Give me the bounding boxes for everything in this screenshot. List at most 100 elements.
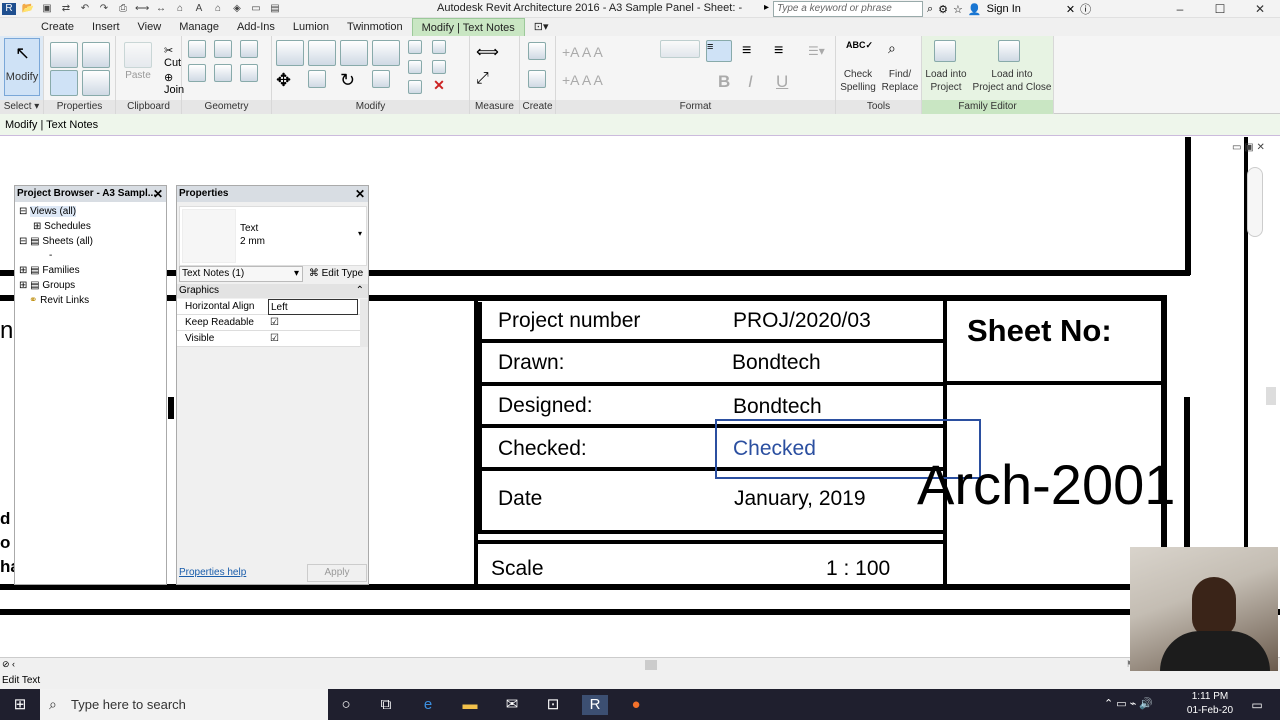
project-number-value[interactable]: PROJ/2020/03 xyxy=(733,309,871,333)
align-icon[interactable] xyxy=(276,40,304,66)
tag-icon[interactable]: ⌂ xyxy=(173,3,187,15)
move-icon[interactable]: ✥ xyxy=(276,70,294,90)
tab-modify-text-notes[interactable]: Modify | Text Notes xyxy=(411,17,525,37)
edge-icon[interactable]: e xyxy=(418,695,438,715)
tree-item-groups[interactable]: ⊞ ▤ Groups xyxy=(19,280,75,291)
properties-help-link[interactable]: Properties help xyxy=(179,567,246,578)
check-spelling-button[interactable]: Check Spelling xyxy=(836,68,880,94)
taskbar-search[interactable]: ⌕ Type here to search xyxy=(40,689,328,720)
revit-logo-icon[interactable]: R xyxy=(2,3,16,15)
keep-readable-checkbox[interactable]: ☑ xyxy=(270,315,279,331)
user-icon[interactable]: 👤 xyxy=(968,3,982,16)
leader-position-icon[interactable] xyxy=(660,40,700,58)
save-icon[interactable]: ▣ xyxy=(40,3,54,15)
tab-lumion[interactable]: Lumion xyxy=(284,18,338,36)
help-search-input[interactable]: Type a keyword or phrase xyxy=(773,1,923,17)
exchange-icon[interactable]: ✕ xyxy=(1066,3,1075,16)
modify-button[interactable]: ↖ Modify xyxy=(4,38,40,96)
tab-create[interactable]: Create xyxy=(32,18,83,36)
cortana-icon[interactable]: ○ xyxy=(336,695,356,715)
element-properties-icon[interactable] xyxy=(50,70,78,96)
notifications-icon[interactable]: ▭ xyxy=(1247,695,1267,715)
select-panel-label[interactable]: Select ▾ xyxy=(0,100,43,114)
close-icon[interactable]: ✕ xyxy=(153,186,163,202)
edit-type-button[interactable]: ⌘ Edit Type xyxy=(305,266,367,282)
clock[interactable]: 1:11 PM 01-Feb-20 xyxy=(1180,690,1240,718)
graphics-section[interactable]: Graphics ⌃ xyxy=(177,284,368,298)
measure-icon[interactable]: ⟷ xyxy=(135,3,149,15)
find-replace-button[interactable]: Find/Replace xyxy=(878,68,922,94)
instance-filter-select[interactable]: Text Notes (1) ▾ xyxy=(179,266,303,282)
copy-icon[interactable] xyxy=(308,70,326,88)
properties-icon[interactable] xyxy=(82,42,110,68)
close-hidden-icon[interactable]: ▭ xyxy=(249,3,263,15)
horizontal-align-input[interactable]: Left xyxy=(268,299,358,315)
load-into-project-button[interactable]: Load into Project xyxy=(922,68,970,94)
tab-add-ins[interactable]: Add-Ins xyxy=(228,18,284,36)
tab-manage[interactable]: Manage xyxy=(170,18,228,36)
dimension-icon[interactable]: ↔ xyxy=(154,3,168,15)
apply-button[interactable]: Apply xyxy=(307,564,367,582)
tree-item-views[interactable]: ⊟ Views (all) xyxy=(19,206,77,217)
checked-value-editing[interactable]: Checked xyxy=(733,437,816,461)
type-properties-icon[interactable] xyxy=(50,42,78,68)
print-icon[interactable]: ⎙ xyxy=(116,3,130,15)
scale-value[interactable]: 1 : 100 xyxy=(826,557,890,581)
properties-scrollbar[interactable] xyxy=(360,299,368,347)
italic-icon[interactable]: I xyxy=(748,72,753,92)
binoculars-icon[interactable]: ⌕ xyxy=(927,3,933,16)
split-element-icon[interactable] xyxy=(408,40,422,54)
create-group-icon[interactable] xyxy=(528,70,546,88)
tab-insert[interactable]: Insert xyxy=(83,18,129,36)
align-left-icon[interactable]: ≡ xyxy=(706,40,732,62)
cope-icon[interactable] xyxy=(188,40,206,58)
store-icon[interactable]: ⊡ xyxy=(543,695,563,715)
mirror-pick-axis-icon[interactable] xyxy=(340,40,368,66)
delete-icon[interactable]: ✕ xyxy=(430,76,448,94)
navigation-bar[interactable] xyxy=(1247,167,1263,237)
join-geometry-icon[interactable] xyxy=(240,40,258,58)
minimize-button[interactable]: – xyxy=(1160,0,1200,18)
pin-icon[interactable] xyxy=(408,80,422,94)
list-icon[interactable]: ☰▾ xyxy=(808,44,825,58)
firefox-icon[interactable]: ● xyxy=(626,695,646,715)
rotate-icon[interactable]: ↻ xyxy=(340,70,358,90)
horizontal-scrollbar[interactable] xyxy=(645,660,657,670)
date-value[interactable]: January, 2019 xyxy=(734,487,866,511)
find-replace-icon[interactable]: ⌕ xyxy=(888,40,896,57)
align-right-icon[interactable]: ≡ xyxy=(774,42,783,60)
bold-icon[interactable]: B xyxy=(718,72,730,92)
tab-twinmotion[interactable]: Twinmotion xyxy=(338,18,412,36)
mirror-draw-axis-icon[interactable] xyxy=(372,40,400,66)
redo-icon[interactable]: ↷ xyxy=(97,3,111,15)
create-similar-icon[interactable] xyxy=(528,42,546,60)
wall-joins-icon[interactable] xyxy=(214,40,232,58)
section-icon[interactable]: ◈ xyxy=(230,3,244,15)
family-types-icon[interactable] xyxy=(82,70,110,96)
close-icon[interactable]: ✕ xyxy=(355,186,365,202)
scale-icon[interactable] xyxy=(432,60,446,74)
mail-icon[interactable]: ✉ xyxy=(502,695,522,715)
split-face-icon[interactable] xyxy=(214,64,232,82)
measure-between-icon[interactable]: ⟺ xyxy=(476,42,499,61)
maximize-button[interactable]: ☐ xyxy=(1200,0,1240,18)
tree-item-schedules[interactable]: ⊞ Schedules xyxy=(33,221,91,232)
vertical-scrollbar[interactable] xyxy=(1266,387,1276,405)
comm-center-icon[interactable]: ⚙ xyxy=(938,3,948,16)
aligned-dimension-icon[interactable]: ⤢ xyxy=(476,70,494,88)
tree-item-sheet[interactable]: - xyxy=(49,250,52,261)
visible-checkbox[interactable]: ☑ xyxy=(270,331,279,347)
revit-taskbar-icon[interactable]: R xyxy=(582,695,608,715)
view-control-icons[interactable]: ⊘ ‹ xyxy=(2,659,15,670)
tree-item-families[interactable]: ⊞ ▤ Families xyxy=(19,265,80,276)
underline-icon[interactable]: U xyxy=(776,72,788,92)
favorites-icon[interactable]: ☆ xyxy=(953,3,963,16)
tray-icons[interactable]: ⌃ ▭ ⌁ 🔊 xyxy=(1104,697,1153,710)
close-button[interactable]: ✕ xyxy=(1240,0,1280,18)
paint-icon[interactable] xyxy=(240,64,258,82)
type-selector[interactable]: Text 2 mm ▾ xyxy=(179,206,367,266)
file-explorer-icon[interactable]: ▬ xyxy=(460,695,480,715)
load-into-project-close-button[interactable]: Load into Project and Close xyxy=(970,68,1054,94)
task-view-icon[interactable]: ⧉ xyxy=(376,695,396,715)
sign-in-link[interactable]: Sign In xyxy=(987,3,1021,15)
